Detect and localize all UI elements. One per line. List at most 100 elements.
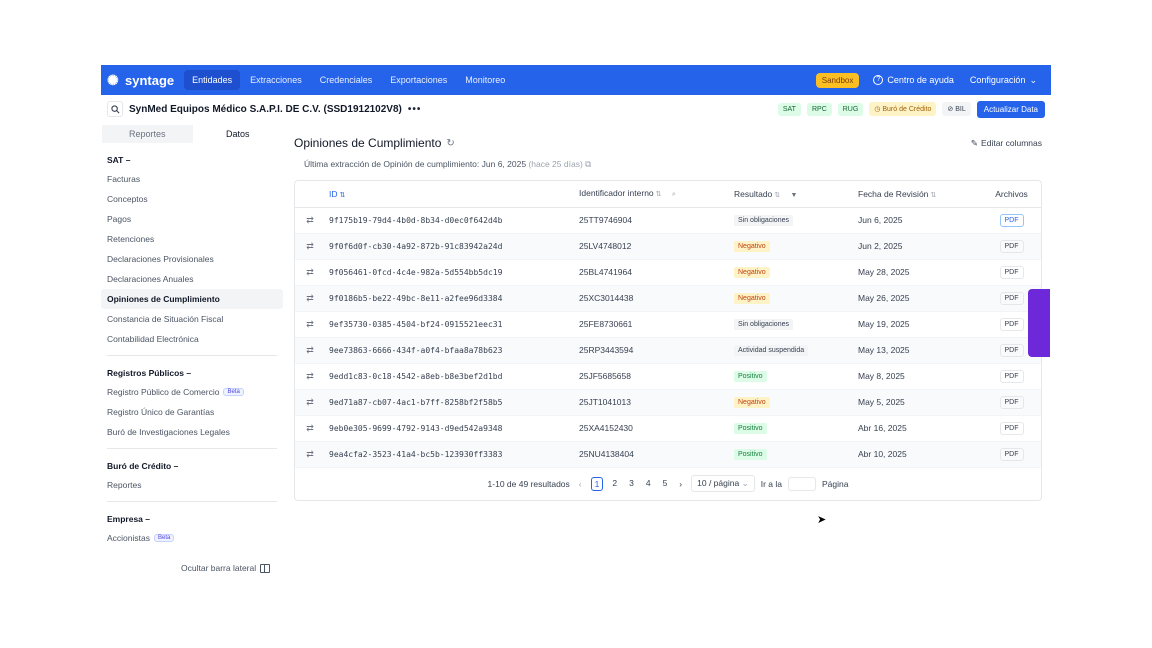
hide-sidebar-button[interactable]: Ocultar barra lateral xyxy=(181,563,271,573)
tag-rpc[interactable]: RPC xyxy=(806,102,832,116)
next-page-icon[interactable]: › xyxy=(676,478,685,490)
header-id[interactable]: ID ⇅ xyxy=(325,181,575,208)
sidebar-item[interactable]: Opiniones de Cumplimiento xyxy=(101,289,283,309)
sidebar-section-registros[interactable]: Registros Públicos – xyxy=(101,364,283,382)
shuffle-icon[interactable]: ⇄ xyxy=(306,319,314,329)
shuffle-icon[interactable]: ⇄ xyxy=(306,241,314,251)
nav-item-exportaciones[interactable]: Exportaciones xyxy=(382,70,455,90)
configuration-menu[interactable]: Configuración ⌄ xyxy=(970,75,1037,86)
entity-search-button[interactable] xyxy=(107,101,123,117)
sidebar-section-empresa[interactable]: Empresa – xyxy=(101,510,283,528)
tag-sat[interactable]: SAT xyxy=(777,102,801,116)
external-link-icon[interactable]: ⧉ xyxy=(585,159,591,169)
pdf-download-button[interactable]: PDF xyxy=(999,265,1024,279)
prev-page-icon[interactable]: ‹ xyxy=(576,478,585,490)
top-nav: syntage EntidadesExtraccionesCredenciale… xyxy=(101,65,1051,95)
tag-bil[interactable]: ⊘ BIL xyxy=(942,102,971,116)
sidebar-item[interactable]: Facturas xyxy=(101,169,283,189)
tag-buro[interactable]: ◷ Buró de Crédito xyxy=(869,102,937,116)
sidebar-item[interactable]: Conceptos xyxy=(101,189,283,209)
brand-logo[interactable]: syntage xyxy=(107,73,174,88)
divider xyxy=(107,355,277,356)
hide-sidebar-label: Ocultar barra lateral xyxy=(181,563,257,573)
sidebar-item[interactable]: Retenciones xyxy=(101,229,283,249)
pdf-download-button[interactable]: PDF xyxy=(999,317,1024,331)
tab-datos[interactable]: Datos xyxy=(193,125,284,143)
sidebar-item[interactable]: Declaraciones Anuales xyxy=(101,269,283,289)
cell-files: PDF xyxy=(982,415,1041,442)
cell-id: 9ef35730-0385-4504-bf24-0915521eec31 xyxy=(325,311,575,338)
sidebar-item[interactable]: Pagos xyxy=(101,209,283,229)
last-extraction-text: Última extracción de Opinión de cumplimi… xyxy=(304,159,527,169)
shuffle-icon[interactable]: ⇄ xyxy=(306,371,314,381)
tag-rug[interactable]: RUG xyxy=(837,102,864,116)
page-4[interactable]: 4 xyxy=(643,477,654,491)
sidebar-section-sat[interactable]: SAT – xyxy=(101,151,283,169)
header-result[interactable]: Resultado ⇅ ▼ xyxy=(730,181,854,208)
cell-internal-id: 25TT9746904 xyxy=(575,207,730,234)
header-internal-label: Identificador interno xyxy=(579,188,654,199)
sidebar-item-label: Declaraciones Anuales xyxy=(107,274,194,284)
page-5[interactable]: 5 xyxy=(660,477,671,491)
pdf-download-button[interactable]: PDF xyxy=(999,291,1024,305)
shuffle-icon[interactable]: ⇄ xyxy=(306,215,314,225)
page-2[interactable]: 2 xyxy=(609,477,620,491)
help-center-link[interactable]: ? Centro de ayuda xyxy=(873,75,954,85)
filter-icon[interactable]: ▼ xyxy=(791,192,798,199)
nav-item-entidades[interactable]: Entidades xyxy=(184,70,241,90)
cell-internal-id: 25FE8730661 xyxy=(575,311,730,338)
sidebar-item[interactable]: Contabilidad Electrónica xyxy=(101,329,283,349)
nav-item-credenciales[interactable]: Credenciales xyxy=(312,70,381,90)
sort-icon[interactable]: ⇅ xyxy=(930,192,936,199)
sort-icon[interactable]: ⇅ xyxy=(340,192,346,199)
shuffle-icon[interactable]: ⇄ xyxy=(306,293,314,303)
tab-reportes[interactable]: Reportes xyxy=(102,125,193,143)
page-size-select[interactable]: 10 / página ⌄ xyxy=(691,475,755,492)
feedback-tab[interactable]: ✦ Feedback xyxy=(1028,289,1093,357)
pdf-download-button[interactable]: PDF xyxy=(999,395,1024,409)
syntage-logo-icon xyxy=(107,73,121,87)
table-row: ⇄ 9eb0e305-9699-4792-9143-d9ed542a9348 25X… xyxy=(295,415,1041,442)
nav-item-monitoreo[interactable]: Monitoreo xyxy=(457,70,513,90)
sidebar-item[interactable]: Constancia de Situación Fiscal xyxy=(101,309,283,329)
pdf-download-button[interactable]: PDF xyxy=(999,421,1024,435)
app-window: syntage EntidadesExtraccionesCredenciale… xyxy=(101,65,1051,585)
cell-internal-id: 25LV4748012 xyxy=(575,233,730,260)
cell-review-date: Jun 2, 2025 xyxy=(854,233,982,260)
sort-icon[interactable]: ⇅ xyxy=(656,191,662,198)
shuffle-icon[interactable]: ⇄ xyxy=(306,449,314,459)
shuffle-icon[interactable]: ⇄ xyxy=(306,397,314,407)
shuffle-icon[interactable]: ⇄ xyxy=(306,345,314,355)
sidebar-item[interactable]: Accionistas Beta xyxy=(101,528,283,548)
sidebar-item[interactable]: Reportes xyxy=(101,475,283,495)
header-review-date[interactable]: Fecha de Revisión ⇅ xyxy=(854,181,982,208)
header-internal-id[interactable]: Identificador interno ⇅ ⌕ xyxy=(575,181,730,208)
page-3[interactable]: 3 xyxy=(626,477,637,491)
sidebar-item[interactable]: Buró de Investigaciones Legales xyxy=(101,422,283,442)
header-action xyxy=(295,181,325,208)
sidebar-item[interactable]: Registro Público de Comercio Beta xyxy=(101,382,283,402)
sidebar-item[interactable]: Registro Único de Garantías xyxy=(101,402,283,422)
pdf-download-button[interactable]: PDF xyxy=(999,447,1024,461)
search-icon[interactable]: ⌕ xyxy=(672,191,676,198)
more-options-icon[interactable]: ••• xyxy=(408,104,422,115)
shuffle-icon[interactable]: ⇄ xyxy=(306,267,314,277)
shuffle-icon[interactable]: ⇄ xyxy=(306,423,314,433)
edit-columns-button[interactable]: ✎ Editar columnas xyxy=(971,138,1042,149)
update-data-button[interactable]: Actualizar Data xyxy=(976,100,1045,118)
sidebar-section-buro[interactable]: Buró de Crédito – xyxy=(101,457,283,475)
pdf-download-button[interactable]: PDF xyxy=(999,239,1024,253)
status-badge: Positivo xyxy=(734,371,767,382)
pdf-download-button[interactable]: PDF xyxy=(999,343,1024,357)
sandbox-badge[interactable]: Sandbox xyxy=(815,72,860,88)
refresh-icon[interactable]: ↻ xyxy=(446,138,454,149)
sidebar-item[interactable]: Declaraciones Provisionales xyxy=(101,249,283,269)
page-1[interactable]: 1 xyxy=(590,476,604,491)
pdf-download-button[interactable]: PDF xyxy=(999,213,1024,227)
pdf-download-button[interactable]: PDF xyxy=(999,369,1024,383)
cell-internal-id: 25XA4152430 xyxy=(575,415,730,442)
cell-result: Actividad suspendida xyxy=(730,337,854,364)
goto-page-input[interactable] xyxy=(787,476,816,491)
nav-item-extracciones[interactable]: Extracciones xyxy=(242,70,310,90)
sort-icon[interactable]: ⇅ xyxy=(774,192,780,199)
